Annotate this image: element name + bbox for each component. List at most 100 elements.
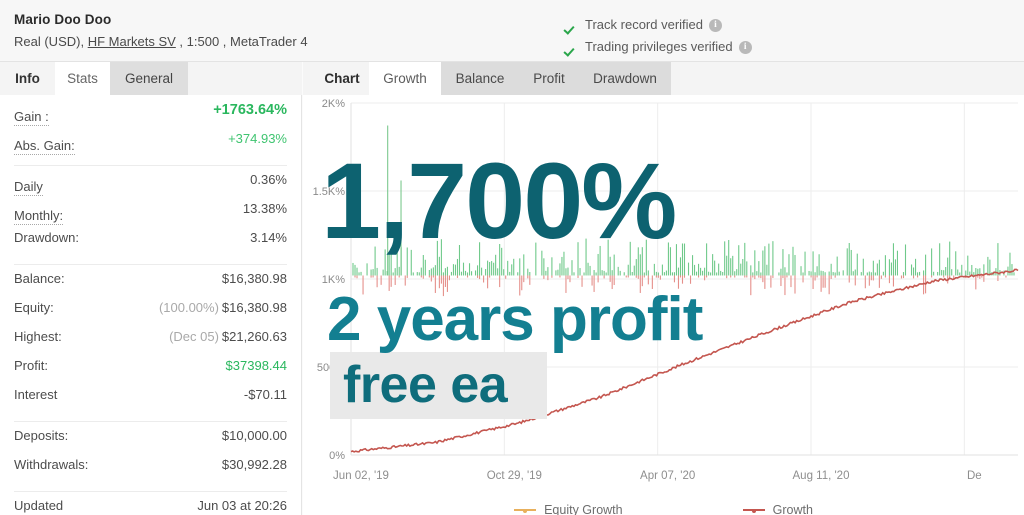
divider xyxy=(14,421,287,422)
stat-row-gain: Gain : +1763.64% xyxy=(14,102,287,131)
stat-row-updated: Updated Jun 03 at 20:26 xyxy=(14,498,287,515)
stat-value-prefix: (Dec 05) xyxy=(169,329,219,344)
stat-row-withdrawals: Withdrawals: $30,992.28 xyxy=(14,457,287,486)
stat-label: Updated xyxy=(14,498,64,513)
stat-value: +1763.64% xyxy=(213,102,287,118)
chart-section-label: Chart xyxy=(315,62,369,95)
stat-value: 3.14% xyxy=(250,230,287,245)
legend-item-equity-growth[interactable]: Equity Growth xyxy=(514,503,623,515)
stat-label: Drawdown: xyxy=(14,230,80,245)
tab-profit[interactable]: Profit xyxy=(519,62,579,95)
stat-value: 13.38% xyxy=(242,201,287,216)
verification-badges: Track record verified i Trading privileg… xyxy=(565,15,752,59)
account-header: Mario Doo Doo Real (USD), HF Markets SV … xyxy=(0,0,1024,62)
stat-row-daily: Daily 0.36% xyxy=(14,172,287,201)
stat-label: Highest: xyxy=(14,329,62,344)
stat-label: Withdrawals: xyxy=(14,457,89,472)
stat-label: Gain : xyxy=(14,108,49,126)
sidebar-tab-bar: Info Stats General xyxy=(0,62,302,95)
chart-tab-filler xyxy=(671,62,1024,95)
svg-text:1K%: 1K% xyxy=(322,274,345,286)
chart-gridlines xyxy=(350,102,1018,456)
check-icon xyxy=(565,40,579,54)
tab-growth[interactable]: Growth xyxy=(369,62,441,95)
chart-tab-bar: Chart Growth Balance Profit Drawdown xyxy=(303,62,1024,95)
broker-link[interactable]: HF Markets SV xyxy=(88,34,176,49)
track-record-verified-row: Track record verified i xyxy=(565,15,752,34)
svg-text:500%: 500% xyxy=(317,362,345,374)
stats-sidebar: Info Stats General Gain : +1763.64% Abs.… xyxy=(0,62,302,515)
legend-swatch-icon xyxy=(514,508,537,513)
divider xyxy=(14,491,287,492)
stat-row-highest: Highest: (Dec 05) $21,260.63 xyxy=(14,329,287,358)
chart-legend: Equity Growth Growth xyxy=(303,495,1024,515)
stat-value-main: $21,260.63 xyxy=(221,329,287,344)
stat-value-main: $16,380.98 xyxy=(221,300,287,315)
account-info: Mario Doo Doo Real (USD), HF Markets SV … xyxy=(14,12,308,49)
stat-label: Profit: xyxy=(14,358,48,373)
tab-stats[interactable]: Stats xyxy=(55,62,110,95)
stat-row-drawdown: Drawdown: 3.14% xyxy=(14,230,287,259)
legend-label: Equity Growth xyxy=(544,503,623,515)
growth-chart[interactable]: 0% 500% 1K% 1.5K% 2K% Jun 02, '19 Oct 29, '19… xyxy=(303,95,1024,515)
stat-row-profit: Profit: $37398.44 xyxy=(14,358,287,387)
tab-info[interactable]: Info xyxy=(0,62,55,95)
performance-dashboard: Mario Doo Doo Real (USD), HF Markets SV … xyxy=(0,0,1024,515)
svg-text:Jun 02, '19: Jun 02, '19 xyxy=(333,470,389,482)
legend-swatch-icon xyxy=(742,508,765,513)
divider xyxy=(14,264,287,265)
equity-growth-histogram xyxy=(352,125,1015,297)
stat-value-prefix: (100.00%) xyxy=(158,300,219,315)
stat-row-monthly: Monthly: 13.38% xyxy=(14,201,287,230)
legend-label: Growth xyxy=(772,503,813,515)
stat-row-equity: Equity: (100.00%) $16,380.98 xyxy=(14,300,287,329)
tab-bar-filler xyxy=(188,62,302,95)
stat-value: $10,000.00 xyxy=(221,428,287,443)
stat-value: (Dec 05) $21,260.63 xyxy=(169,329,287,344)
divider xyxy=(14,165,287,166)
stat-label: Interest xyxy=(14,387,58,402)
stat-value: $30,992.28 xyxy=(221,457,287,472)
growth-chart-svg: 0% 500% 1K% 1.5K% 2K% Jun 02, '19 Oct 29, '19… xyxy=(313,98,1019,482)
chart-panel: Chart Growth Balance Profit Drawdown 0% 5… xyxy=(303,62,1024,515)
stat-label: Abs. Gain: xyxy=(14,137,75,155)
stat-value: -$70.11 xyxy=(243,387,287,402)
svg-text:0%: 0% xyxy=(329,450,345,462)
account-details: Real (USD), HF Markets SV , 1:500 , Meta… xyxy=(14,34,308,49)
legend-item-growth[interactable]: Growth xyxy=(742,503,813,515)
info-icon[interactable]: i xyxy=(709,19,722,32)
check-icon xyxy=(565,18,579,32)
stat-value: $37398.44 xyxy=(225,358,287,373)
account-type: Real (USD), xyxy=(14,34,88,49)
tab-general[interactable]: General xyxy=(110,62,188,95)
svg-text:Oct 29, '19: Oct 29, '19 xyxy=(487,470,542,482)
tab-balance[interactable]: Balance xyxy=(441,62,519,95)
stat-label: Balance: xyxy=(14,271,65,286)
stat-value: Jun 03 at 20:26 xyxy=(197,498,287,513)
stat-row-deposits: Deposits: $10,000.00 xyxy=(14,428,287,457)
y-axis-labels: 0% 500% 1K% 1.5K% 2K% xyxy=(313,98,346,462)
stats-list: Gain : +1763.64% Abs. Gain: +374.93% Dai… xyxy=(0,102,301,515)
stat-label: Daily xyxy=(14,178,43,196)
svg-text:Aug 11, '20: Aug 11, '20 xyxy=(793,470,850,482)
svg-text:De: De xyxy=(967,470,982,482)
track-record-verified-label: Track record verified xyxy=(585,17,703,32)
svg-text:Apr 07, '20: Apr 07, '20 xyxy=(640,470,695,482)
info-icon[interactable]: i xyxy=(738,41,752,54)
tab-drawdown[interactable]: Drawdown xyxy=(579,62,671,95)
account-name: Mario Doo Doo xyxy=(14,12,112,27)
svg-text:1.5K%: 1.5K% xyxy=(313,186,346,198)
stat-label: Monthly: xyxy=(14,207,64,225)
stat-row-abs-gain: Abs. Gain: +374.93% xyxy=(14,131,287,160)
growth-line-series xyxy=(350,268,1019,453)
stat-value: $16,380.98 xyxy=(221,271,287,286)
stat-value: (100.00%) $16,380.98 xyxy=(159,300,287,315)
stat-label: Equity: xyxy=(14,300,54,315)
stat-label: Deposits: xyxy=(14,428,69,443)
x-axis-labels: Jun 02, '19 Oct 29, '19 Apr 07, '20 Aug 11,… xyxy=(333,470,982,482)
account-leverage-platform: , 1:500 , MetaTrader 4 xyxy=(175,34,308,49)
stat-value: 0.36% xyxy=(250,172,287,187)
stat-row-interest: Interest -$70.11 xyxy=(14,387,287,416)
stat-value: +374.93% xyxy=(228,131,287,146)
trading-privileges-verified-label: Trading privileges verified xyxy=(585,39,733,54)
